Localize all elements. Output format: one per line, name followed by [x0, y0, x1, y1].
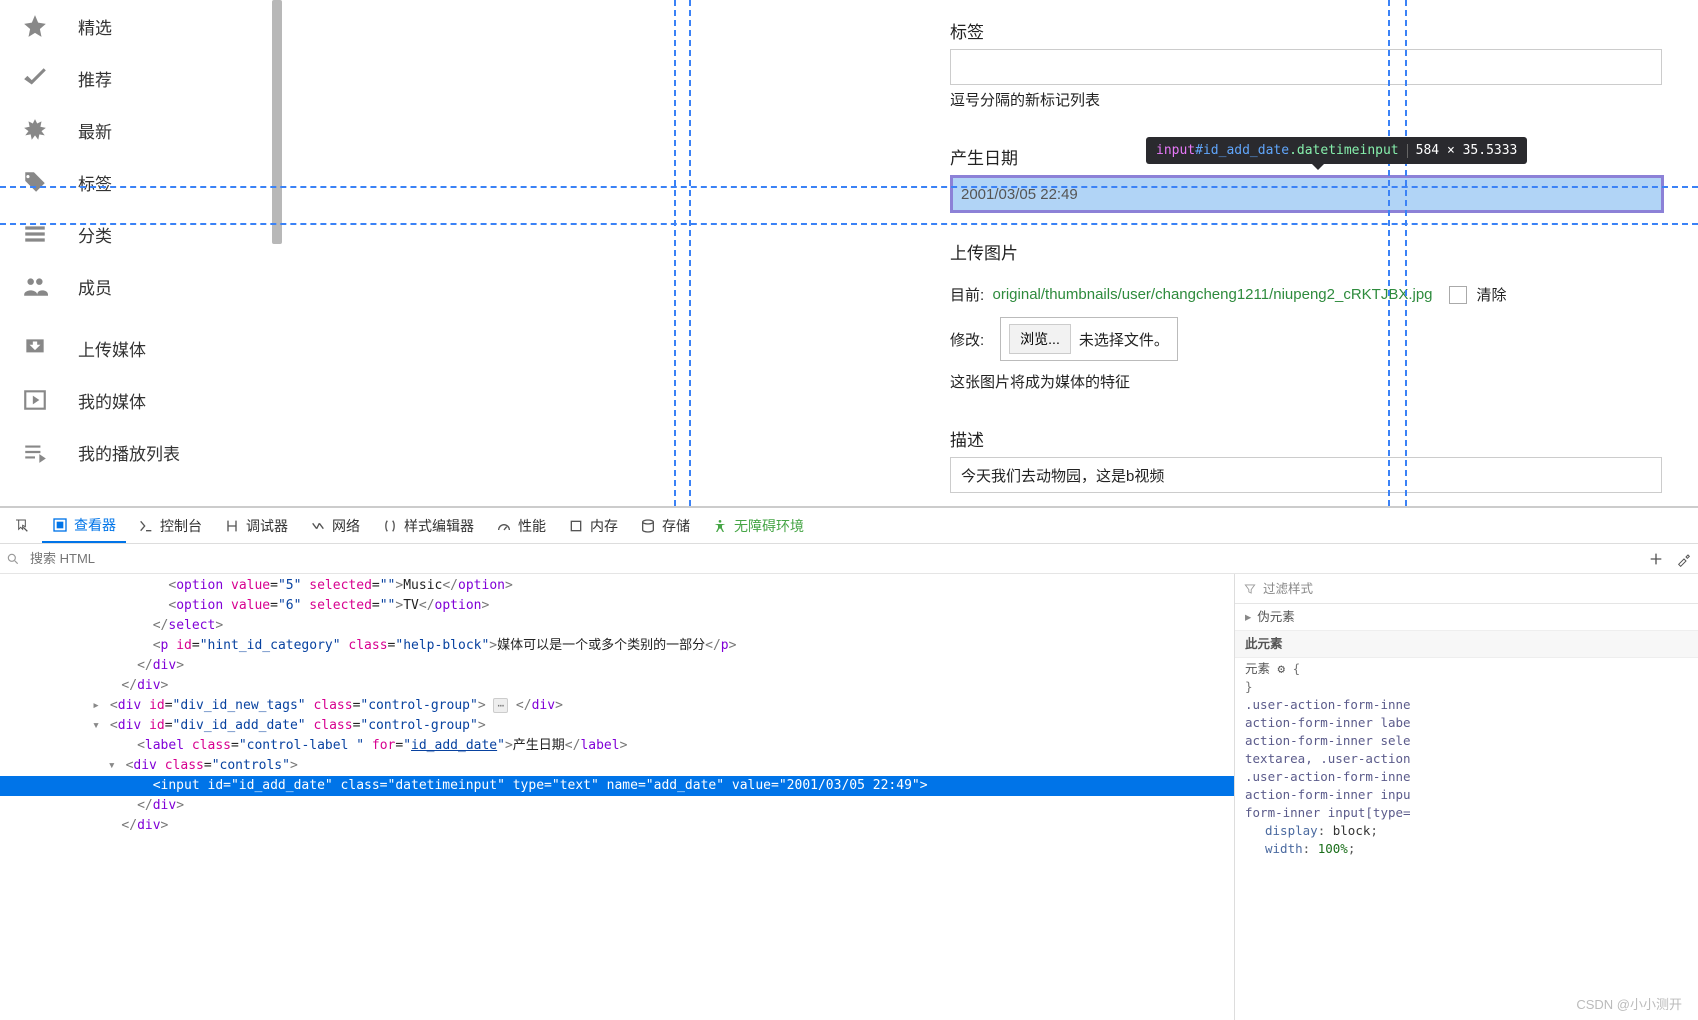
sidebar-item-label: 我的播放列表 — [78, 440, 180, 465]
people-icon — [22, 273, 48, 299]
styles-filter[interactable]: 过滤样式 — [1235, 574, 1698, 604]
pseudo-section[interactable]: 伪元素 — [1257, 608, 1295, 626]
description-label: 描述 — [950, 426, 1698, 451]
sidebar-item-tags[interactable]: 标签 — [0, 156, 282, 208]
tab-console[interactable]: 控制台 — [128, 510, 212, 542]
browse-button[interactable]: 浏览... — [1009, 324, 1071, 354]
sidebar-item-label: 精选 — [78, 14, 112, 39]
sidebar-item-category[interactable]: 分类 — [0, 208, 282, 260]
sidebar: 精选 推荐 最新 标签 分类 — [0, 0, 282, 506]
tab-styleeditor[interactable]: 样式编辑器 — [372, 510, 484, 542]
tags-input[interactable] — [950, 49, 1662, 85]
check-icon — [22, 65, 48, 91]
sidebar-scrollbar[interactable] — [272, 0, 282, 244]
add-icon[interactable] — [1648, 551, 1664, 567]
sidebar-item-label: 推荐 — [78, 66, 112, 91]
tab-storage[interactable]: 存储 — [630, 510, 700, 542]
description-field: 描述 今天我们去动物园，这是b视频 — [950, 426, 1698, 493]
watermark: CSDN @小小测开 — [1576, 996, 1682, 1014]
dom-search-input[interactable] — [24, 549, 1648, 568]
dom-search-row — [0, 544, 1698, 574]
tab-memory[interactable]: 内存 — [558, 510, 628, 542]
play-box-icon — [22, 387, 48, 413]
dom-tree[interactable]: <option value="5" selected="">Music</opt… — [0, 574, 1234, 1020]
modify-label: 修改: — [950, 329, 984, 350]
current-image-link[interactable]: original/thumbnails/user/changcheng1211/… — [993, 286, 1433, 303]
sidebar-item-upload[interactable]: 上传媒体 — [0, 322, 282, 374]
sidebar-item-label: 分类 — [78, 222, 112, 247]
this-element-section: 此元素 — [1245, 635, 1688, 653]
styles-pane: 过滤样式 ▸伪元素 此元素 元素 ⚙ { } .user-action-form… — [1234, 574, 1698, 1020]
filter-icon — [1243, 582, 1257, 596]
sidebar-item-label: 我的媒体 — [78, 388, 146, 413]
sidebar-item-recommend[interactable]: 推荐 — [0, 52, 282, 104]
search-icon — [6, 552, 20, 566]
no-file-text: 未选择文件。 — [1079, 329, 1169, 350]
upload-label: 上传图片 — [950, 244, 1018, 263]
form-content: input#id_add_date.datetimeinput 584 × 35… — [282, 0, 1698, 506]
inspector-tooltip: input#id_add_date.datetimeinput 584 × 35… — [1146, 137, 1527, 164]
sidebar-item-members[interactable]: 成员 — [0, 260, 282, 312]
tag-icon — [22, 169, 48, 195]
tab-accessibility[interactable]: 无障碍环境 — [702, 510, 814, 542]
tab-debugger[interactable]: 调试器 — [214, 510, 298, 542]
tags-help: 逗号分隔的新标记列表 — [950, 89, 1698, 110]
sidebar-item-featured[interactable]: 精选 — [0, 0, 282, 52]
star-icon — [22, 13, 48, 39]
tags-label: 标签 — [950, 18, 1698, 43]
sidebar-item-playlist[interactable]: 我的播放列表 — [0, 426, 282, 478]
image-help: 这张图片将成为媒体的特征 — [950, 371, 1698, 392]
tags-field: 标签 逗号分隔的新标记列表 — [950, 18, 1698, 110]
playlist-icon — [22, 439, 48, 465]
sidebar-item-label: 上传媒体 — [78, 336, 146, 361]
description-input[interactable]: 今天我们去动物园，这是b视频 — [950, 457, 1662, 493]
clear-checkbox[interactable] — [1449, 286, 1467, 304]
sidebar-item-mymedia[interactable]: 我的媒体 — [0, 374, 282, 426]
upload-icon — [22, 335, 48, 361]
tab-inspector[interactable]: 查看器 — [42, 509, 126, 543]
burst-icon — [22, 117, 48, 143]
sidebar-item-label: 成员 — [78, 274, 112, 299]
matched-selectors: .user-action-form-inne action-form-inner… — [1245, 696, 1688, 822]
upload-image-section: 上传图片 目前: original/thumbnails/user/changc… — [950, 239, 1698, 392]
tab-performance[interactable]: 性能 — [486, 510, 556, 542]
list-icon — [22, 221, 48, 247]
sidebar-item-newest[interactable]: 最新 — [0, 104, 282, 156]
sidebar-item-label: 标签 — [78, 170, 112, 195]
date-input[interactable]: 2001/03/05 22:49 — [950, 175, 1664, 213]
sidebar-item-label: 最新 — [78, 118, 112, 143]
devtools-panel: 查看器 控制台 调试器 网络 样式编辑器 性能 内存 存储 无障碍环境 <opt… — [0, 506, 1698, 1020]
clear-label: 清除 — [1477, 284, 1507, 305]
pick-element-button[interactable] — [4, 512, 40, 540]
current-prefix: 目前: — [950, 284, 984, 305]
tab-network[interactable]: 网络 — [300, 510, 370, 542]
file-selector[interactable]: 浏览... 未选择文件。 — [1000, 317, 1178, 361]
eyedropper-icon[interactable] — [1676, 551, 1692, 567]
devtools-tabs: 查看器 控制台 调试器 网络 样式编辑器 性能 内存 存储 无障碍环境 — [0, 508, 1698, 544]
dom-selected-line: <input id="id_add_date" class="datetimei… — [0, 776, 1234, 796]
